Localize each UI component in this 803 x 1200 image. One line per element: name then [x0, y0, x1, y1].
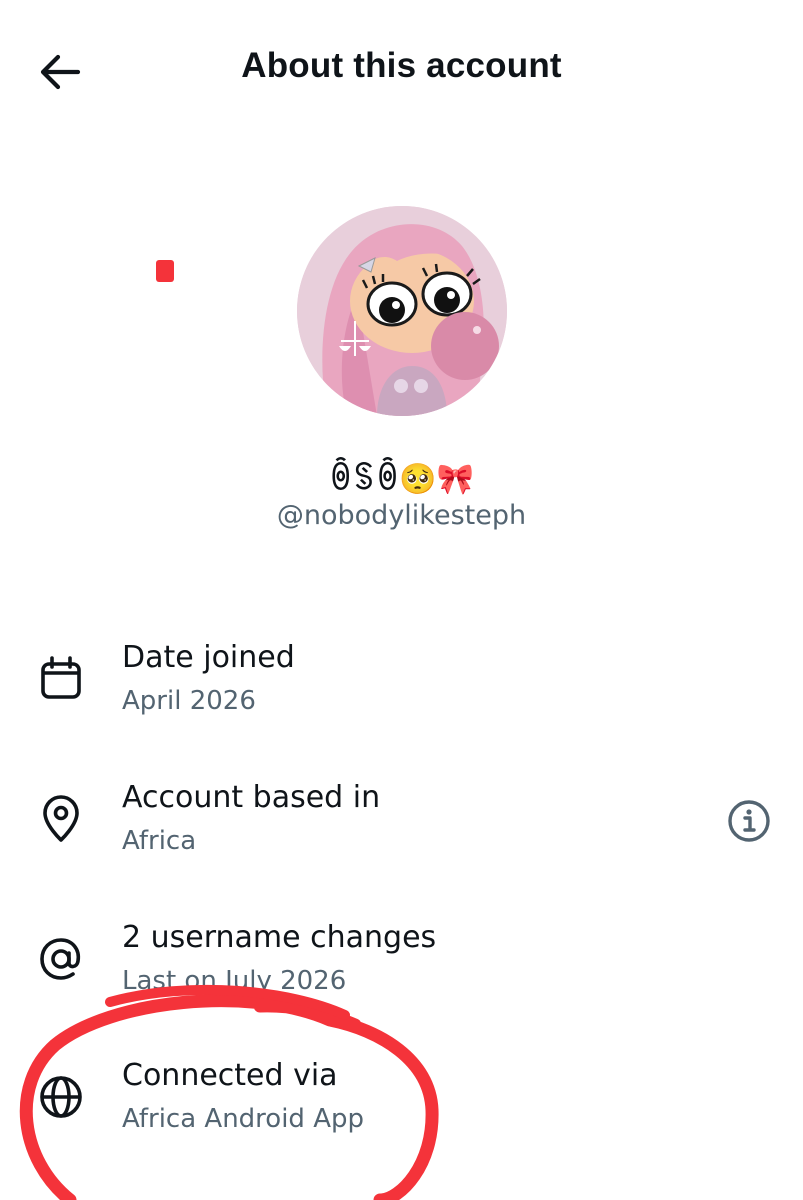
red-annotation-mark	[156, 260, 174, 282]
username-handle: @nobodylikesteph	[276, 500, 527, 531]
info-button[interactable]	[726, 798, 772, 844]
row-subtitle: Africa Android App	[122, 1104, 364, 1134]
row-username-changes: 2 username changes Last on July 2026	[0, 920, 803, 1040]
row-title: Date joined	[122, 640, 295, 675]
page-title: About this account	[241, 46, 562, 85]
row-account-based-in: Account based in Africa	[0, 780, 803, 900]
info-icon	[728, 800, 770, 842]
avatar-illustration	[297, 206, 507, 416]
header-bar: About this account	[0, 0, 803, 140]
globe-icon	[36, 1072, 86, 1122]
calendar-icon	[36, 654, 86, 704]
avatar[interactable]	[297, 206, 507, 416]
row-connected-via: Connected via Africa Android App	[0, 1058, 803, 1178]
row-title: Account based in	[122, 780, 381, 815]
row-subtitle: Africa	[122, 826, 197, 856]
at-sign-icon	[36, 934, 86, 984]
row-title: 2 username changes	[122, 920, 437, 955]
location-pin-icon	[36, 794, 86, 844]
row-date-joined: Date joined April 2026	[0, 640, 803, 760]
row-subtitle: Last on July 2026	[122, 966, 347, 996]
row-title: Connected via	[122, 1058, 338, 1093]
row-subtitle: April 2026	[122, 686, 256, 716]
display-name: ꉺꌗꉺ🥺🎀	[328, 462, 475, 497]
